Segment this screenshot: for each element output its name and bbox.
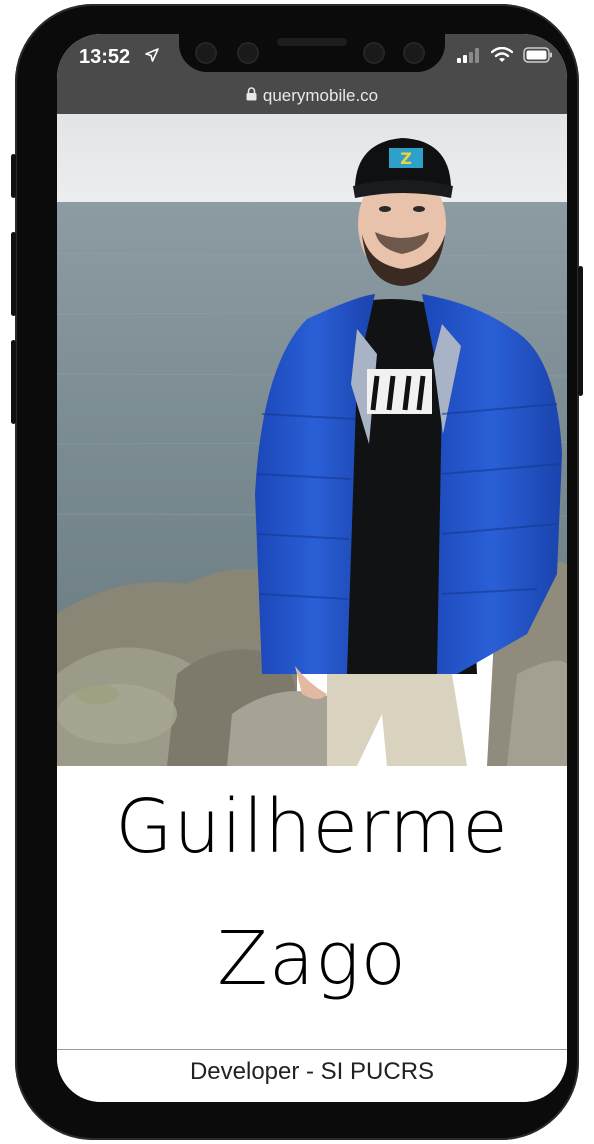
divider <box>57 1049 567 1050</box>
signal-icon <box>457 47 481 67</box>
address-bar[interactable]: querymobile.co <box>57 78 567 114</box>
status-time: 13:52 <box>79 46 131 68</box>
lock-icon <box>246 86 257 106</box>
power-button <box>578 266 583 396</box>
sensor-dot <box>195 42 217 64</box>
last-name: Zago <box>217 916 407 1002</box>
role-text: Developer - SI PUCRS <box>189 1058 435 1085</box>
location-arrow-icon <box>145 48 159 66</box>
camera-icon <box>237 42 259 64</box>
screen: 13:52 querymobile.co Z Guilherme Zago De… <box>57 34 567 1102</box>
sensor-dot <box>403 42 425 64</box>
notch <box>179 34 445 72</box>
name-card: Guilherme Zago Developer - SI PUCRS <box>57 766 567 1102</box>
phone-frame: 13:52 querymobile.co Z Guilherme Zago De… <box>11 4 583 1140</box>
wifi-icon <box>490 46 514 67</box>
mute-switch <box>11 154 16 198</box>
url-text[interactable]: querymobile.co <box>263 86 378 106</box>
profile-photo: Z <box>57 114 567 766</box>
sensor-dot <box>363 42 385 64</box>
first-name: Guilherme <box>115 784 509 870</box>
volume-down-button <box>11 340 16 424</box>
status-icons <box>457 46 553 67</box>
battery-icon <box>523 47 553 67</box>
speaker-grille <box>277 38 347 46</box>
volume-up-button <box>11 232 16 316</box>
cap-logo: Z <box>400 149 412 168</box>
